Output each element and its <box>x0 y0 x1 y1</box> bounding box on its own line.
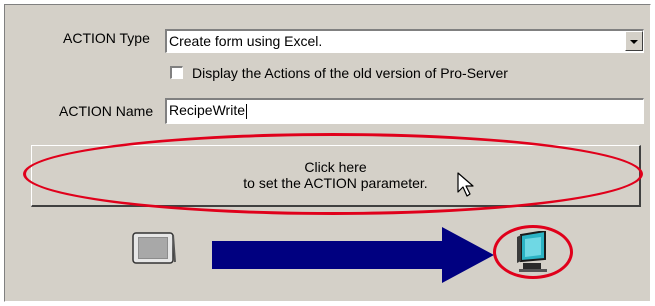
action-name-label: ACTION Name <box>59 103 154 119</box>
parameter-button-highlight <box>23 133 643 215</box>
action-name-value: RecipeWrite <box>169 102 245 118</box>
chevron-down-icon[interactable] <box>625 31 643 51</box>
action-type-dropdown[interactable]: Create form using Excel. <box>165 29 644 53</box>
text-cursor <box>246 103 247 119</box>
action-name-input[interactable]: RecipeWrite <box>165 98 644 124</box>
right-arrow-icon <box>212 227 494 283</box>
old-version-checkbox[interactable] <box>170 66 183 79</box>
action-type-value: Create form using Excel. <box>169 33 323 49</box>
panel-display-icon <box>132 232 176 264</box>
action-settings-panel: ACTION Type Create form using Excel. Dis… <box>4 4 651 302</box>
action-type-label: ACTION Type <box>63 30 150 46</box>
pc-monitor-icon <box>517 231 547 272</box>
old-version-checkbox-label: Display the Actions of the old version o… <box>192 65 508 81</box>
